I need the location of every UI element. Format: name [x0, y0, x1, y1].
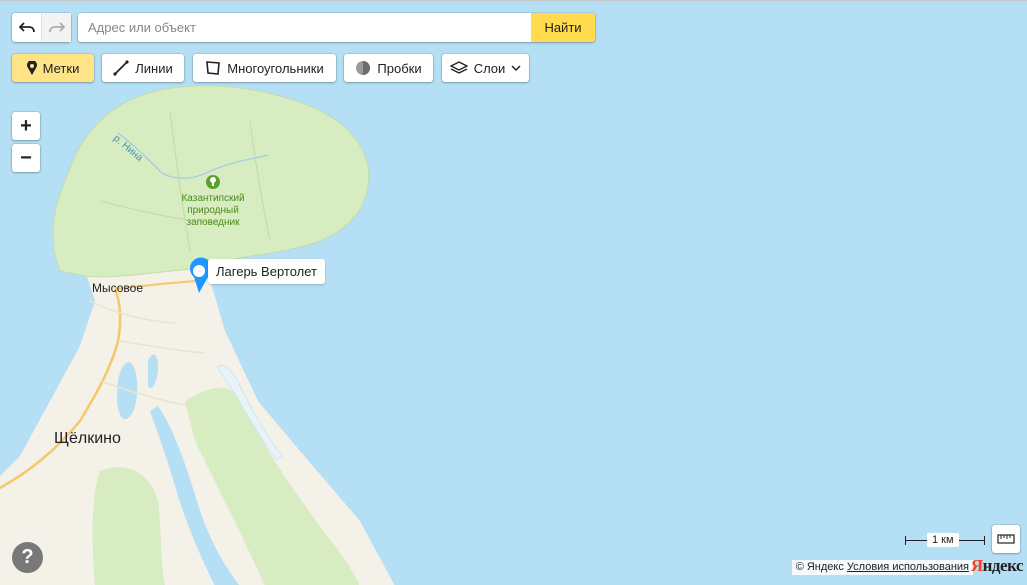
undo-button[interactable]	[12, 13, 41, 42]
tool-placemarks[interactable]: Метки	[12, 54, 94, 82]
logo-rest: ндекс	[982, 556, 1024, 575]
town-label: Щёлкино	[54, 430, 121, 447]
scale-label: 1 км	[927, 533, 959, 547]
copyright: © Яндекс Условия использования	[791, 560, 973, 575]
yandex-logo[interactable]: Яндекс	[970, 556, 1024, 576]
zoom-out-button[interactable]: −	[12, 144, 40, 172]
help-button[interactable]: ?	[12, 542, 43, 573]
tool-label: Метки	[42, 60, 80, 76]
copyright-text: © Яндекс	[795, 561, 844, 573]
redo-icon	[48, 21, 65, 32]
tool-label: Слои	[473, 60, 506, 76]
tool-label: Линии	[135, 60, 173, 76]
redo-button[interactable]	[41, 13, 71, 42]
ruler-button[interactable]	[992, 525, 1020, 553]
search-button[interactable]: Найти	[531, 13, 595, 42]
logo-first-letter: Я	[970, 556, 983, 575]
undo-icon	[18, 21, 35, 32]
scale-line: 1 км	[905, 533, 985, 549]
traffic-icon	[356, 61, 371, 75]
map-container[interactable]: Казантипский природный заповедник р. Нин…	[0, 0, 1027, 585]
reserve-icon	[206, 175, 220, 189]
search-input[interactable]	[78, 13, 531, 42]
chevron-down-icon	[511, 65, 521, 72]
tool-label: Пробки	[377, 60, 422, 76]
zoom-in-button[interactable]: +	[12, 112, 40, 140]
tool-polygons[interactable]: Многоугольники	[193, 54, 336, 82]
map-canvas[interactable]	[0, 1, 1027, 585]
polygon-icon	[206, 61, 221, 75]
ruler-icon	[997, 534, 1015, 544]
placemark-label[interactable]: Лагерь Вертолет	[208, 259, 325, 284]
reserve-label: Казантипский природный заповедник	[181, 193, 245, 228]
tool-layers[interactable]: Слои	[442, 54, 529, 82]
layers-icon	[449, 61, 468, 74]
search-bar: Найти	[78, 13, 595, 42]
placemark-icon	[26, 61, 37, 75]
terms-link[interactable]: Условия использования	[847, 561, 969, 573]
line-icon	[113, 60, 129, 76]
village-label: Мысовое	[92, 281, 144, 295]
tool-traffic[interactable]: Пробки	[344, 54, 433, 82]
tool-label: Многоугольники	[227, 60, 324, 76]
tool-lines[interactable]: Линии	[102, 54, 184, 82]
undo-redo-group	[12, 13, 71, 42]
